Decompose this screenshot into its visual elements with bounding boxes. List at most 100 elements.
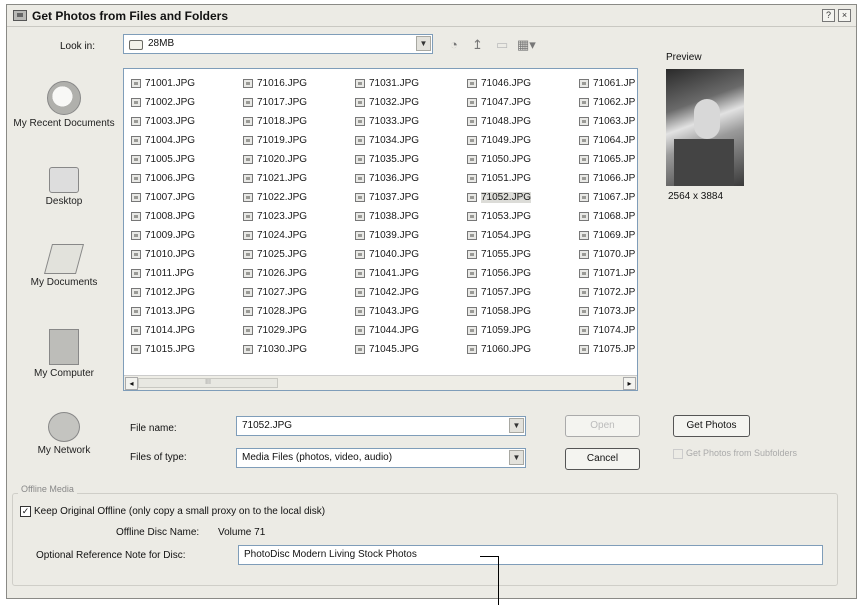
file-item[interactable]: 71003.JPG	[129, 112, 241, 131]
file-item[interactable]: 71073.JP	[577, 302, 637, 321]
reference-note-input[interactable]: PhotoDisc Modern Living Stock Photos	[238, 545, 823, 565]
scroll-left-button[interactable]: ◂	[125, 377, 138, 390]
back-icon[interactable]: ◔	[450, 37, 458, 52]
file-item[interactable]: 71039.JPG	[353, 226, 465, 245]
file-item[interactable]: 71052.JPG	[465, 188, 577, 207]
file-item[interactable]: 71025.JPG	[241, 245, 353, 264]
file-item[interactable]: 71067.JP	[577, 188, 637, 207]
places-item-recent-documents[interactable]: My Recent Documents	[12, 81, 116, 129]
file-item[interactable]: 71034.JPG	[353, 131, 465, 150]
file-item[interactable]: 71030.JPG	[241, 340, 353, 359]
file-item[interactable]: 71009.JPG	[129, 226, 241, 245]
file-item[interactable]: 71054.JPG	[465, 226, 577, 245]
file-item[interactable]: 71046.JPG	[465, 74, 577, 93]
cancel-button[interactable]: Cancel	[565, 448, 640, 470]
file-item[interactable]: 71004.JPG	[129, 131, 241, 150]
file-item[interactable]: 71038.JPG	[353, 207, 465, 226]
file-item[interactable]: 71056.JPG	[465, 264, 577, 283]
keep-offline-option[interactable]: ✓ Keep Original Offline (only copy a smal…	[20, 506, 325, 517]
new-folder-icon[interactable]: ▭	[496, 37, 508, 53]
file-item[interactable]: 71050.JPG	[465, 150, 577, 169]
file-item[interactable]: 71065.JP	[577, 150, 637, 169]
places-item-my-network[interactable]: My Network	[12, 412, 116, 456]
scroll-right-button[interactable]: ▸	[623, 377, 636, 390]
file-item[interactable]: 71017.JPG	[241, 93, 353, 112]
help-button[interactable]: ?	[822, 9, 835, 22]
file-item[interactable]: 71022.JPG	[241, 188, 353, 207]
keep-offline-checkbox[interactable]: ✓	[20, 506, 31, 517]
file-item[interactable]: 71047.JPG	[465, 93, 577, 112]
file-item[interactable]: 71016.JPG	[241, 74, 353, 93]
file-item[interactable]: 71043.JPG	[353, 302, 465, 321]
file-item[interactable]: 71028.JPG	[241, 302, 353, 321]
file-item[interactable]: 71006.JPG	[129, 169, 241, 188]
file-item[interactable]: 71029.JPG	[241, 321, 353, 340]
views-menu-icon[interactable]: ▦▾	[517, 37, 536, 53]
chevron-down-icon[interactable]: ▼	[509, 418, 524, 433]
file-item[interactable]: 71057.JPG	[465, 283, 577, 302]
file-item[interactable]: 71063.JP	[577, 112, 637, 131]
file-item[interactable]: 71010.JPG	[129, 245, 241, 264]
file-item[interactable]: 71007.JPG	[129, 188, 241, 207]
file-item[interactable]: 71074.JP	[577, 321, 637, 340]
file-item[interactable]: 71011.JPG	[129, 264, 241, 283]
file-item[interactable]: 71008.JPG	[129, 207, 241, 226]
places-item-my-computer[interactable]: My Computer	[12, 329, 116, 379]
file-item[interactable]: 71021.JPG	[241, 169, 353, 188]
places-item-my-documents[interactable]: My Documents	[12, 244, 116, 288]
scrollbar-thumb[interactable]: III	[138, 378, 278, 388]
file-item[interactable]: 71037.JPG	[353, 188, 465, 207]
file-item[interactable]: 71024.JPG	[241, 226, 353, 245]
file-item[interactable]: 71020.JPG	[241, 150, 353, 169]
file-item[interactable]: 71001.JPG	[129, 74, 241, 93]
file-item[interactable]: 71040.JPG	[353, 245, 465, 264]
places-item-desktop[interactable]: Desktop	[12, 167, 116, 207]
subfolders-checkbox[interactable]	[673, 448, 683, 459]
open-button[interactable]: Open	[565, 415, 640, 437]
file-item[interactable]: 71061.JP	[577, 74, 637, 93]
file-item[interactable]: 71070.JP	[577, 245, 637, 264]
file-item[interactable]: 71064.JP	[577, 131, 637, 150]
file-item[interactable]: 71026.JPG	[241, 264, 353, 283]
file-item[interactable]: 71041.JPG	[353, 264, 465, 283]
file-item[interactable]: 71062.JP	[577, 93, 637, 112]
chevron-down-icon[interactable]: ▼	[416, 36, 431, 51]
file-item[interactable]: 71069.JP	[577, 226, 637, 245]
chevron-down-icon[interactable]: ▼	[509, 450, 524, 465]
file-item[interactable]: 71058.JPG	[465, 302, 577, 321]
file-item[interactable]: 71002.JPG	[129, 93, 241, 112]
file-item[interactable]: 71015.JPG	[129, 340, 241, 359]
file-item[interactable]: 71053.JPG	[465, 207, 577, 226]
file-type-dropdown[interactable]: Media Files (photos, video, audio) ▼	[236, 448, 526, 468]
file-item[interactable]: 71051.JPG	[465, 169, 577, 188]
file-item[interactable]: 71005.JPG	[129, 150, 241, 169]
file-item[interactable]: 71044.JPG	[353, 321, 465, 340]
get-photos-button[interactable]: Get Photos	[673, 415, 750, 437]
file-item[interactable]: 71027.JPG	[241, 283, 353, 302]
file-item[interactable]: 71071.JP	[577, 264, 637, 283]
look-in-dropdown[interactable]: 28MB ▼	[123, 34, 433, 54]
horizontal-scrollbar[interactable]: ◂ III ▸	[124, 375, 637, 390]
file-item[interactable]: 71035.JPG	[353, 150, 465, 169]
file-item[interactable]: 71072.JP	[577, 283, 637, 302]
file-item[interactable]: 71014.JPG	[129, 321, 241, 340]
file-item[interactable]: 71055.JPG	[465, 245, 577, 264]
file-item[interactable]: 71033.JPG	[353, 112, 465, 131]
file-item[interactable]: 71013.JPG	[129, 302, 241, 321]
subfolders-option[interactable]: Get Photos from Subfolders	[673, 448, 797, 459]
file-list[interactable]: 71001.JPG 71002.JPG 71003.JPG 71004.JPG 7100…	[123, 68, 638, 391]
file-item[interactable]: 71023.JPG	[241, 207, 353, 226]
file-item[interactable]: 71075.JP	[577, 340, 637, 359]
file-item[interactable]: 71066.JP	[577, 169, 637, 188]
up-folder-icon[interactable]: ↥	[472, 37, 483, 53]
close-button[interactable]: ×	[838, 9, 851, 22]
file-item[interactable]: 71018.JPG	[241, 112, 353, 131]
file-item[interactable]: 71045.JPG	[353, 340, 465, 359]
file-item[interactable]: 71032.JPG	[353, 93, 465, 112]
file-item[interactable]: 71060.JPG	[465, 340, 577, 359]
file-name-input[interactable]: 71052.JPG ▼	[236, 416, 526, 436]
file-item[interactable]: 71059.JPG	[465, 321, 577, 340]
file-item[interactable]: 71031.JPG	[353, 74, 465, 93]
file-item[interactable]: 71012.JPG	[129, 283, 241, 302]
file-item[interactable]: 71048.JPG	[465, 112, 577, 131]
